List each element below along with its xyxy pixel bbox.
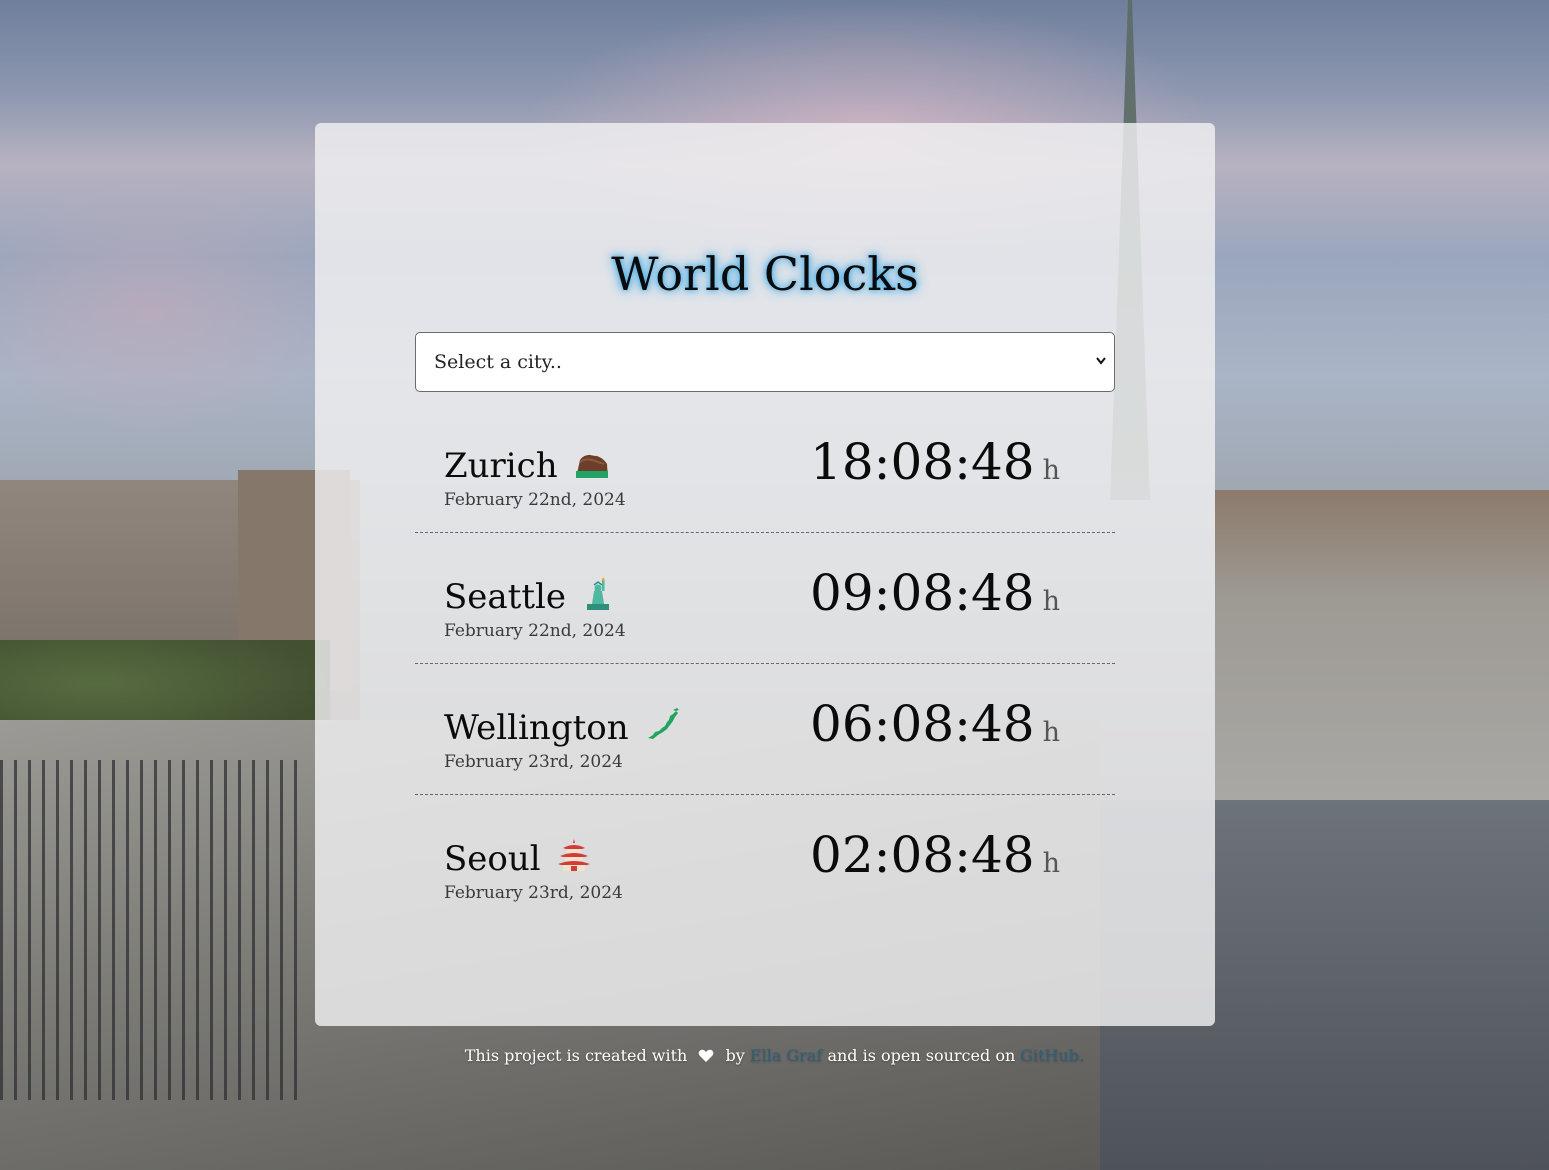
- city-select[interactable]: Select a city..: [415, 332, 1115, 392]
- time-display: 06:08:48 h: [810, 694, 1060, 754]
- footer: This project is created with by Ella Gra…: [0, 1046, 1549, 1067]
- footer-by: by: [725, 1046, 745, 1065]
- clock-time: 18:08:48: [810, 433, 1035, 491]
- github-link[interactable]: GitHub.: [1020, 1046, 1084, 1065]
- city-label: Seattle: [444, 577, 567, 617]
- chocolate-bar-icon: [574, 447, 610, 491]
- time-display: 02:08:48 h: [810, 825, 1060, 885]
- clock-list: Zurich February 22nd, 2024 18:08:48 h Sea…: [415, 402, 1115, 925]
- time-display: 09:08:48 h: [810, 563, 1060, 623]
- clock-row-seoul: Seoul February 23rd, 2024 02:08:48 h: [415, 795, 1115, 925]
- statue-of-liberty-icon: [583, 577, 613, 622]
- clock-time-unit: h: [1042, 455, 1060, 486]
- clock-time: 09:08:48: [810, 564, 1035, 622]
- map-of-japan-icon: [645, 708, 681, 753]
- city-name-seoul: Seoul: [444, 837, 591, 884]
- city-select-wrapper: Select a city..: [415, 332, 1115, 392]
- time-display: 18:08:48 h: [810, 432, 1060, 492]
- page-title: World Clocks: [611, 247, 919, 301]
- clock-time-unit: h: [1042, 717, 1060, 748]
- clock-row-seattle: Seattle February 22nd, 2024 09:08:48 h: [415, 533, 1115, 664]
- clock-time-unit: h: [1042, 586, 1060, 617]
- city-label: Zurich: [444, 446, 558, 486]
- clock-time: 06:08:48: [810, 695, 1035, 753]
- pagoda-icon: [557, 839, 591, 884]
- footer-text-before: This project is created with: [464, 1046, 688, 1065]
- city-name-wellington: Wellington: [444, 706, 681, 753]
- author-link[interactable]: Ella Graf: [750, 1046, 822, 1065]
- clock-row-zurich: Zurich February 22nd, 2024 18:08:48 h: [415, 402, 1115, 533]
- city-label: Seoul: [444, 839, 541, 879]
- clock-row-wellington: Wellington February 23rd, 2024 06:08:48 h: [415, 664, 1115, 795]
- world-clocks-card: World Clocks Select a city.. Zurich Febr…: [315, 123, 1215, 1026]
- footer-text-middle: and is open sourced on: [827, 1046, 1016, 1065]
- city-date: February 22nd, 2024: [444, 490, 626, 510]
- city-name-seattle: Seattle: [444, 575, 613, 622]
- heart-icon: [698, 1048, 714, 1067]
- city-date: February 23rd, 2024: [444, 883, 623, 903]
- city-date: February 22nd, 2024: [444, 621, 626, 641]
- city-label: Wellington: [444, 708, 629, 748]
- city-date: February 23rd, 2024: [444, 752, 623, 772]
- clock-time: 02:08:48: [810, 826, 1035, 884]
- city-name-zurich: Zurich: [444, 444, 610, 491]
- clock-time-unit: h: [1042, 848, 1060, 879]
- background-cloud: [0, 180, 360, 440]
- background-building-right: [1215, 490, 1549, 800]
